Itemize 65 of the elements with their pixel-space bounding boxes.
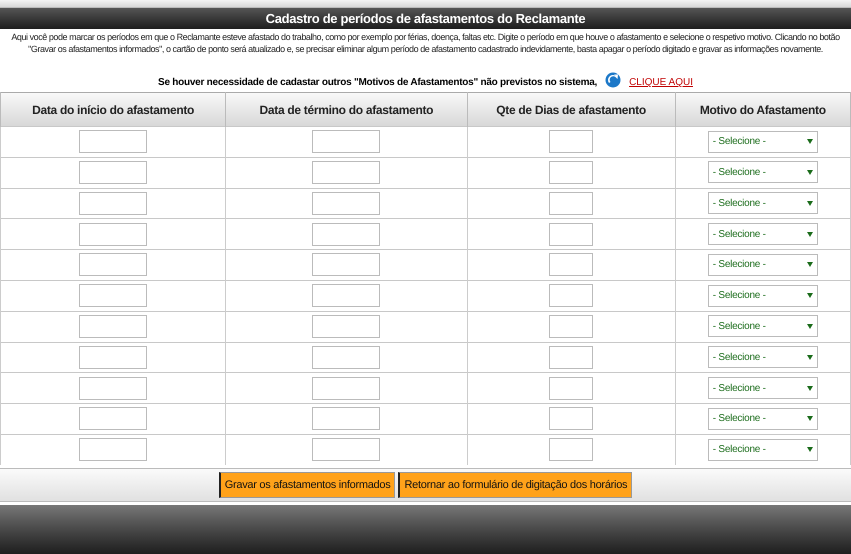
- text-input[interactable]: [549, 222, 594, 246]
- dropdown-caret-icon: [806, 293, 813, 298]
- text-input[interactable]: [79, 160, 148, 184]
- text-input[interactable]: [79, 346, 148, 369]
- dropdown-caret-icon: [806, 386, 813, 391]
- dropdown-caret-icon: [806, 324, 813, 329]
- text-input[interactable]: [549, 192, 594, 215]
- text-input[interactable]: [79, 376, 148, 400]
- text-input[interactable]: [79, 314, 148, 338]
- column-header: Qte de Dias de afastamento: [496, 102, 646, 116]
- text-input[interactable]: [549, 253, 594, 276]
- text-input[interactable]: [79, 407, 148, 430]
- dropdown-caret-icon: [806, 232, 813, 237]
- text-input[interactable]: [312, 438, 380, 462]
- text-input[interactable]: [79, 284, 148, 308]
- reason-dropdown[interactable]: - Selecione -: [708, 161, 818, 184]
- reason-dropdown[interactable]: - Selecione -: [708, 377, 818, 400]
- page-title: Cadastro de períodos de afastamentos do Reclamante: [0, 8, 851, 29]
- text-input[interactable]: [312, 160, 380, 184]
- reason-dropdown[interactable]: - Selecione -: [708, 284, 818, 307]
- reason-dropdown[interactable]: - Selecione -: [708, 130, 818, 153]
- text-input[interactable]: [549, 284, 594, 308]
- reason-dropdown[interactable]: - Selecione -: [708, 254, 818, 276]
- text-input[interactable]: [549, 346, 594, 369]
- text-input[interactable]: [312, 314, 380, 338]
- text-input[interactable]: [312, 346, 380, 369]
- text-input[interactable]: [549, 160, 594, 184]
- text-input[interactable]: [79, 192, 148, 215]
- text-input[interactable]: [312, 284, 380, 308]
- action-button[interactable]: Retornar ao formulário de digitação dos horários: [398, 472, 632, 498]
- text-input[interactable]: [312, 222, 380, 246]
- column-header: Data do início do afastamento: [32, 102, 194, 116]
- text-input[interactable]: [312, 192, 380, 215]
- reason-dropdown[interactable]: - Selecione -: [708, 408, 818, 430]
- dropdown-caret-icon: [806, 170, 813, 175]
- reason-dropdown[interactable]: - Selecione -: [708, 315, 818, 338]
- reason-dropdown[interactable]: - Selecione -: [708, 223, 818, 246]
- text-input[interactable]: [79, 130, 148, 154]
- text-input[interactable]: [79, 438, 148, 462]
- text-input[interactable]: [79, 253, 148, 276]
- dropdown-caret-icon: [806, 354, 813, 360]
- column-header: Data de término do afastamento: [260, 102, 434, 116]
- description-text: Aqui você pode marcar os períodos em que o Reclamante esteve afastado do trabalho, como por exemplo por férias, doença, faltas etc. Digite o período em que houve o afastamento e selecione o respetivo motivo. Clicando no botão "Gravar os afastamentos informados", o cartão de ponto será atualizado e, se precisar eliminar algum período de afastamento cadastrado indevidamente, basta apagar o período digitado e gravar as informações novamente.: [10, 31, 841, 55]
- text-input[interactable]: [312, 407, 380, 430]
- dropdown-caret-icon: [806, 139, 813, 144]
- reason-dropdown[interactable]: - Selecione -: [708, 438, 818, 461]
- dropdown-caret-icon: [806, 200, 813, 206]
- text-input[interactable]: [312, 253, 380, 276]
- text-input[interactable]: [549, 314, 594, 338]
- text-input[interactable]: [549, 376, 594, 400]
- text-input[interactable]: [312, 130, 380, 154]
- column-header: Motivo do Afastamento: [700, 102, 826, 116]
- notice-text: Se houver necessidade de cadastar outros "Motivos de Afastamentos" não previstos no sistema,: [158, 76, 598, 90]
- dropdown-caret-icon: [806, 447, 813, 452]
- text-input[interactable]: [549, 438, 594, 462]
- text-input[interactable]: [79, 222, 148, 246]
- action-button[interactable]: Gravar os afastamentos informados: [218, 472, 396, 498]
- click-here-link[interactable]: CLIQUE AQUI: [629, 75, 693, 90]
- dropdown-caret-icon: [806, 416, 813, 422]
- text-input[interactable]: [312, 376, 380, 400]
- reason-dropdown[interactable]: - Selecione -: [708, 192, 818, 214]
- reason-dropdown[interactable]: - Selecione -: [708, 346, 818, 368]
- text-input[interactable]: [549, 130, 594, 154]
- text-input[interactable]: [549, 407, 594, 430]
- dropdown-caret-icon: [806, 262, 813, 268]
